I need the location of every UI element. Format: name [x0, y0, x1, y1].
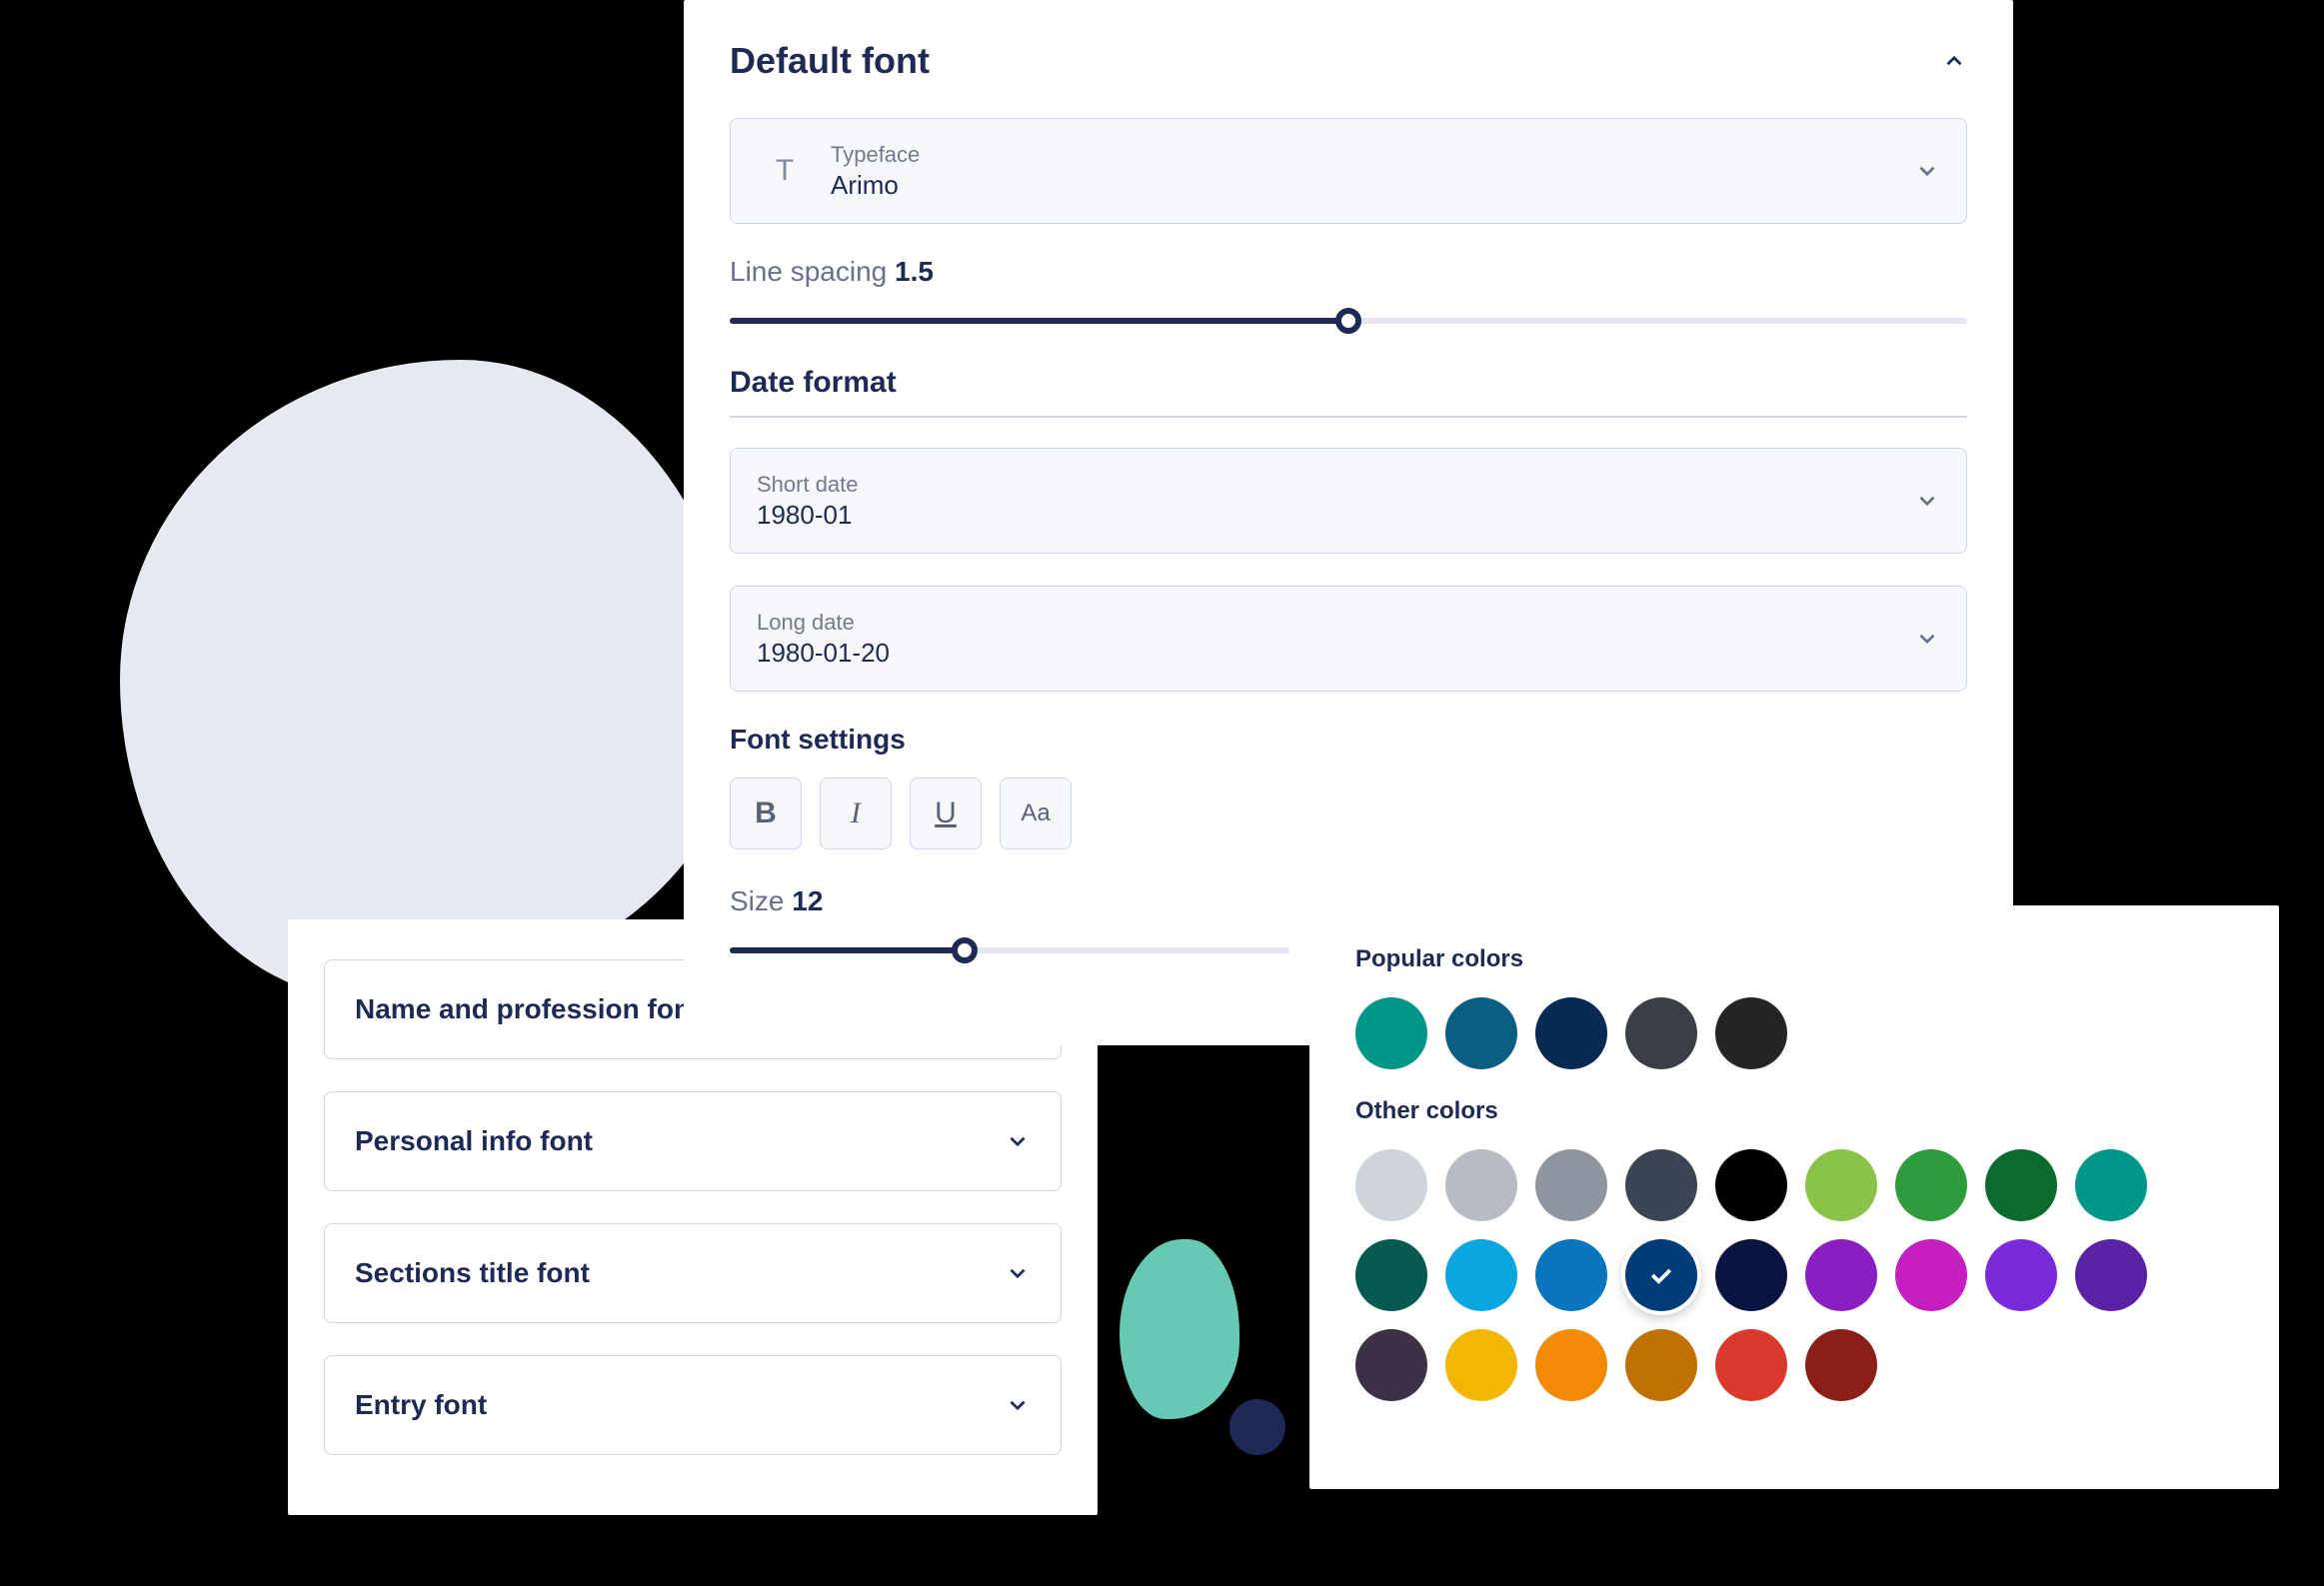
- italic-button[interactable]: I: [820, 778, 892, 849]
- slider-thumb[interactable]: [1335, 308, 1361, 334]
- color-swatch[interactable]: [1355, 1329, 1427, 1401]
- color-swatch[interactable]: [1445, 1149, 1517, 1221]
- color-swatch[interactable]: [1715, 997, 1787, 1069]
- short-date-label: Short date: [757, 472, 1914, 498]
- underline-button[interactable]: U: [910, 778, 982, 849]
- section-label: Entry font: [355, 1389, 487, 1421]
- date-format-title: Date format: [730, 366, 1967, 418]
- size-slider[interactable]: [730, 935, 1289, 963]
- color-swatch[interactable]: [2075, 1149, 2147, 1221]
- chevron-down-icon: [1914, 158, 1940, 184]
- chevron-down-icon: [1005, 1128, 1031, 1154]
- color-swatch[interactable]: [1985, 1149, 2057, 1221]
- section-label: Personal info font: [355, 1125, 593, 1157]
- check-icon: [1646, 1260, 1676, 1290]
- color-swatch[interactable]: [1445, 997, 1517, 1069]
- typeface-value: Arimo: [831, 170, 1914, 201]
- background-blob: [120, 360, 740, 999]
- section-personal-info[interactable]: Personal info font: [324, 1091, 1062, 1191]
- long-date-label: Long date: [757, 610, 1914, 636]
- color-swatch[interactable]: [2075, 1239, 2147, 1311]
- slider-thumb[interactable]: [952, 937, 978, 963]
- panel-title: Default font: [730, 40, 930, 82]
- section-label: Sections title font: [355, 1257, 590, 1289]
- color-swatch[interactable]: [1895, 1239, 1967, 1311]
- color-swatch[interactable]: [1715, 1329, 1787, 1401]
- color-swatch[interactable]: [1625, 1239, 1697, 1311]
- color-swatch[interactable]: [1715, 1239, 1787, 1311]
- bold-button[interactable]: B: [730, 778, 802, 849]
- chevron-down-icon: [1914, 488, 1940, 514]
- long-date-select[interactable]: Long date 1980-01-20: [730, 586, 1967, 692]
- color-swatch[interactable]: [1535, 1239, 1607, 1311]
- color-swatch[interactable]: [1805, 1329, 1877, 1401]
- color-swatch[interactable]: [1535, 997, 1607, 1069]
- chevron-down-icon: [1914, 626, 1940, 652]
- long-date-value: 1980-01-20: [757, 638, 1914, 669]
- slider-fill: [730, 947, 965, 953]
- popular-colors-title: Popular colors: [1355, 945, 2233, 973]
- short-date-value: 1980-01: [757, 500, 1914, 531]
- chevron-down-icon: [1005, 1392, 1031, 1418]
- font-settings-title: Font settings: [730, 724, 1967, 756]
- other-colors-grid: [1355, 1149, 2175, 1401]
- color-picker-card: Popular colors Other colors: [1309, 905, 2279, 1489]
- color-swatch[interactable]: [1805, 1149, 1877, 1221]
- default-font-panel: Default font T Typeface Arimo Line spaci…: [684, 0, 2013, 1045]
- color-swatch[interactable]: [1715, 1149, 1787, 1221]
- line-spacing-value: 1.5: [895, 256, 934, 287]
- color-swatch[interactable]: [1535, 1329, 1607, 1401]
- color-swatch[interactable]: [1625, 1329, 1697, 1401]
- typeface-icon: T: [757, 154, 813, 188]
- color-swatch[interactable]: [1355, 997, 1427, 1069]
- color-swatch[interactable]: [1355, 1149, 1427, 1221]
- case-button[interactable]: Aa: [1000, 778, 1072, 849]
- section-entry-font[interactable]: Entry font: [324, 1355, 1062, 1455]
- line-spacing-slider[interactable]: [730, 306, 1967, 334]
- short-date-select[interactable]: Short date 1980-01: [730, 448, 1967, 554]
- popular-colors-row: [1355, 997, 2233, 1069]
- slider-fill: [730, 318, 1348, 324]
- section-label: Name and profession font: [355, 993, 700, 1025]
- color-swatch[interactable]: [1625, 997, 1697, 1069]
- background-dot: [1229, 1399, 1285, 1455]
- color-swatch[interactable]: [1535, 1149, 1607, 1221]
- size-value: 12: [792, 885, 823, 916]
- color-swatch[interactable]: [1445, 1239, 1517, 1311]
- chevron-down-icon: [1005, 1260, 1031, 1286]
- color-swatch[interactable]: [1895, 1149, 1967, 1221]
- color-swatch[interactable]: [1985, 1239, 2057, 1311]
- color-swatch[interactable]: [1355, 1239, 1427, 1311]
- typeface-select[interactable]: T Typeface Arimo: [730, 118, 1967, 224]
- color-swatch[interactable]: [1625, 1149, 1697, 1221]
- section-sections-title[interactable]: Sections title font: [324, 1223, 1062, 1323]
- background-blob-2: [1120, 1239, 1239, 1419]
- color-swatch[interactable]: [1445, 1329, 1517, 1401]
- other-colors-title: Other colors: [1355, 1097, 2233, 1125]
- color-swatch[interactable]: [1805, 1239, 1877, 1311]
- chevron-up-icon[interactable]: [1941, 48, 1967, 74]
- size-label: Size: [730, 885, 784, 916]
- line-spacing-label: Line spacing: [730, 256, 887, 287]
- typeface-label: Typeface: [831, 142, 1914, 168]
